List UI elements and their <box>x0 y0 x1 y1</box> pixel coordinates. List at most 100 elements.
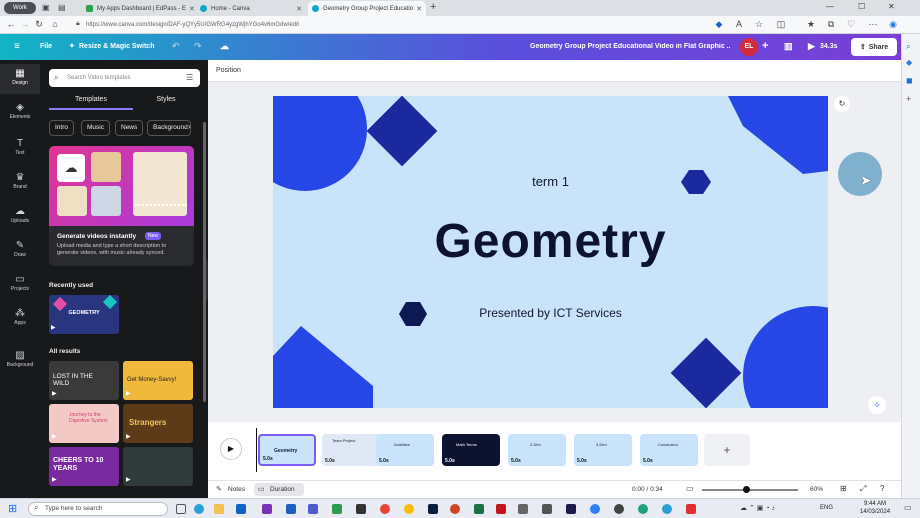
play-icon[interactable]: ▶ <box>808 41 815 52</box>
chip-news[interactable]: News <box>115 120 144 136</box>
chip-background[interactable]: Background <box>147 120 191 136</box>
split-screen-icon[interactable]: ◫ <box>774 19 788 30</box>
magic-assistant-icon[interactable]: ✧ <box>868 396 886 414</box>
file-menu[interactable]: File <box>40 43 52 50</box>
result-template[interactable]: LOST IN THE WILD ▶ <box>49 361 119 400</box>
slide-subtitle[interactable]: term 1 <box>273 174 828 189</box>
result-template[interactable]: Journey to the Digestive System ▶ <box>49 404 119 443</box>
clock-time[interactable]: 9:44 AM <box>864 501 886 507</box>
zoom-slider[interactable] <box>702 489 798 491</box>
back-icon[interactable]: ← <box>4 19 18 29</box>
close-tab-icon[interactable]: ✕ <box>186 5 194 13</box>
file-explorer-icon[interactable] <box>214 504 224 514</box>
photoshop-icon[interactable] <box>428 504 438 514</box>
present-icon[interactable]: ▭ <box>686 484 694 493</box>
chip-music[interactable]: Music <box>81 120 110 136</box>
notifications-icon[interactable]: ▭ <box>904 503 912 512</box>
word-icon[interactable] <box>286 504 296 514</box>
recent-template[interactable]: GEOMETRY ▶ <box>49 295 119 334</box>
timeline-clip[interactable]: Geometry 5.0s <box>258 434 316 466</box>
present-duration[interactable]: 34.3s <box>820 43 838 50</box>
task-view-icon[interactable] <box>176 504 186 514</box>
home-icon[interactable]: ⌂ <box>48 19 62 29</box>
powerpoint-icon[interactable] <box>450 504 460 514</box>
menu-icon[interactable]: ≡ <box>14 41 20 52</box>
system-tray-icons[interactable]: ☁︎ ⌃ ▣ ◔ ♪ <box>740 504 775 512</box>
profile-button[interactable]: Work <box>4 2 36 14</box>
close-window-button[interactable]: ✕ <box>888 2 895 11</box>
comment-icon[interactable]: ↻ <box>834 96 850 112</box>
tab-actions-icon[interactable]: ▣ <box>42 3 50 12</box>
clock-date[interactable]: 14/03/2024 <box>860 509 890 515</box>
insights-icon[interactable]: ▥ <box>784 41 793 52</box>
result-template[interactable]: Strangers ▶ <box>123 404 193 443</box>
forward-icon[interactable]: → <box>18 19 32 29</box>
timeline-clip[interactable]: Team Project 5.0s <box>322 434 380 466</box>
app-icon[interactable] <box>614 504 624 514</box>
acrobat-icon[interactable] <box>496 504 506 514</box>
add-collaborator-icon[interactable]: + <box>762 40 768 52</box>
close-tab-icon[interactable]: ✕ <box>413 5 422 13</box>
excel-icon[interactable] <box>474 504 484 514</box>
zoom-level[interactable]: 60% <box>810 486 823 493</box>
generate-video-card[interactable]: ☁︎ Generate videos instantly New Upload … <box>49 146 194 266</box>
grid-view-icon[interactable]: ⊞ <box>840 484 847 493</box>
resize-magic-switch-button[interactable]: Resize & Magic Switch <box>79 43 154 50</box>
position-button[interactable]: Position <box>216 67 241 74</box>
timeline-clip[interactable]: Math Terms 5.0s <box>442 434 500 466</box>
url-field[interactable]: https://www.canva.com/design/DAF-yQYy5U/… <box>86 19 706 31</box>
tab-templates[interactable]: Templates <box>49 96 133 103</box>
result-template[interactable]: Get Money-Savvy! ▶ <box>123 361 193 400</box>
teams-icon[interactable] <box>308 504 318 514</box>
add-sidebar-icon[interactable]: + <box>906 94 911 104</box>
read-aloud-icon[interactable]: A <box>732 19 746 29</box>
language-indicator[interactable]: ENG <box>820 505 833 511</box>
search-icon[interactable]: ⌕ <box>906 42 910 52</box>
onenote-icon[interactable] <box>262 504 272 514</box>
rail-uploads[interactable]: ☁︎ Uploads <box>0 202 40 232</box>
new-tab-button[interactable]: + <box>430 1 436 13</box>
share-button[interactable]: ⇪ Share <box>851 38 897 56</box>
tab-geometry[interactable]: Geometry Group Project Educatio ✕ <box>308 1 426 16</box>
tab-styles[interactable]: Styles <box>124 96 208 103</box>
tab-edpass[interactable]: My Apps Dashboard | EdPass - E ✕ <box>82 1 194 16</box>
minimize-button[interactable]: — <box>826 2 834 11</box>
windows-start-icon[interactable]: ⊞ <box>8 502 17 515</box>
add-page-button[interactable]: + <box>704 434 750 466</box>
playhead[interactable] <box>256 428 257 472</box>
rail-text[interactable]: T Text <box>0 134 40 164</box>
camtasia-icon[interactable] <box>332 504 342 514</box>
timeline-clip[interactable]: 2-Dim 5.0s <box>508 434 566 466</box>
more-icon[interactable]: ⋯ <box>866 19 880 30</box>
app-icon[interactable] <box>590 504 600 514</box>
outlook-icon[interactable]: ◼ <box>906 76 913 85</box>
notes-button[interactable]: Notes <box>228 486 245 493</box>
browser-essentials-icon[interactable]: ♡ <box>844 19 858 30</box>
edge-icon[interactable] <box>662 504 672 514</box>
redo-icon[interactable]: ↷ <box>194 41 202 52</box>
slide-byline[interactable]: Presented by ICT Services <box>273 306 828 320</box>
extension-icon[interactable]: ◆ <box>712 19 726 30</box>
snagit-icon[interactable] <box>356 504 366 514</box>
chrome-icon[interactable] <box>380 504 390 514</box>
filter-icon[interactable]: ☰ <box>186 73 193 82</box>
close-tab-icon[interactable]: ✕ <box>293 5 302 13</box>
vertical-tabs-icon[interactable]: ▤ <box>58 3 66 12</box>
timeline-clip[interactable]: Activities 5.0s <box>376 434 434 466</box>
collections-icon[interactable]: ⧉ <box>824 19 838 30</box>
rail-background[interactable]: ▨ Background <box>0 346 40 376</box>
app-icon[interactable] <box>518 504 528 514</box>
help-icon[interactable]: ? <box>880 484 884 493</box>
rail-draw[interactable]: ✎ Draw <box>0 236 40 266</box>
copilot-sidebar-icon[interactable]: ◆ <box>906 58 912 67</box>
play-button[interactable]: ▶ <box>220 438 242 460</box>
chip-intro[interactable]: Intro <box>49 120 75 136</box>
chevron-right-icon[interactable]: › <box>188 122 191 131</box>
zoom-slider-thumb[interactable] <box>743 486 750 493</box>
rail-apps[interactable]: ⁂ Apps <box>0 304 40 334</box>
outlook-icon[interactable] <box>236 504 246 514</box>
rail-projects[interactable]: ▭ Projects <box>0 270 40 300</box>
result-template[interactable]: CHEERS TO 10 YEARS ▶ <box>49 447 119 486</box>
slide-canvas[interactable]: term 1 Geometry Presented by ICT Service… <box>273 96 828 408</box>
design-title[interactable]: Geometry Group Project Educational Video… <box>530 43 730 50</box>
